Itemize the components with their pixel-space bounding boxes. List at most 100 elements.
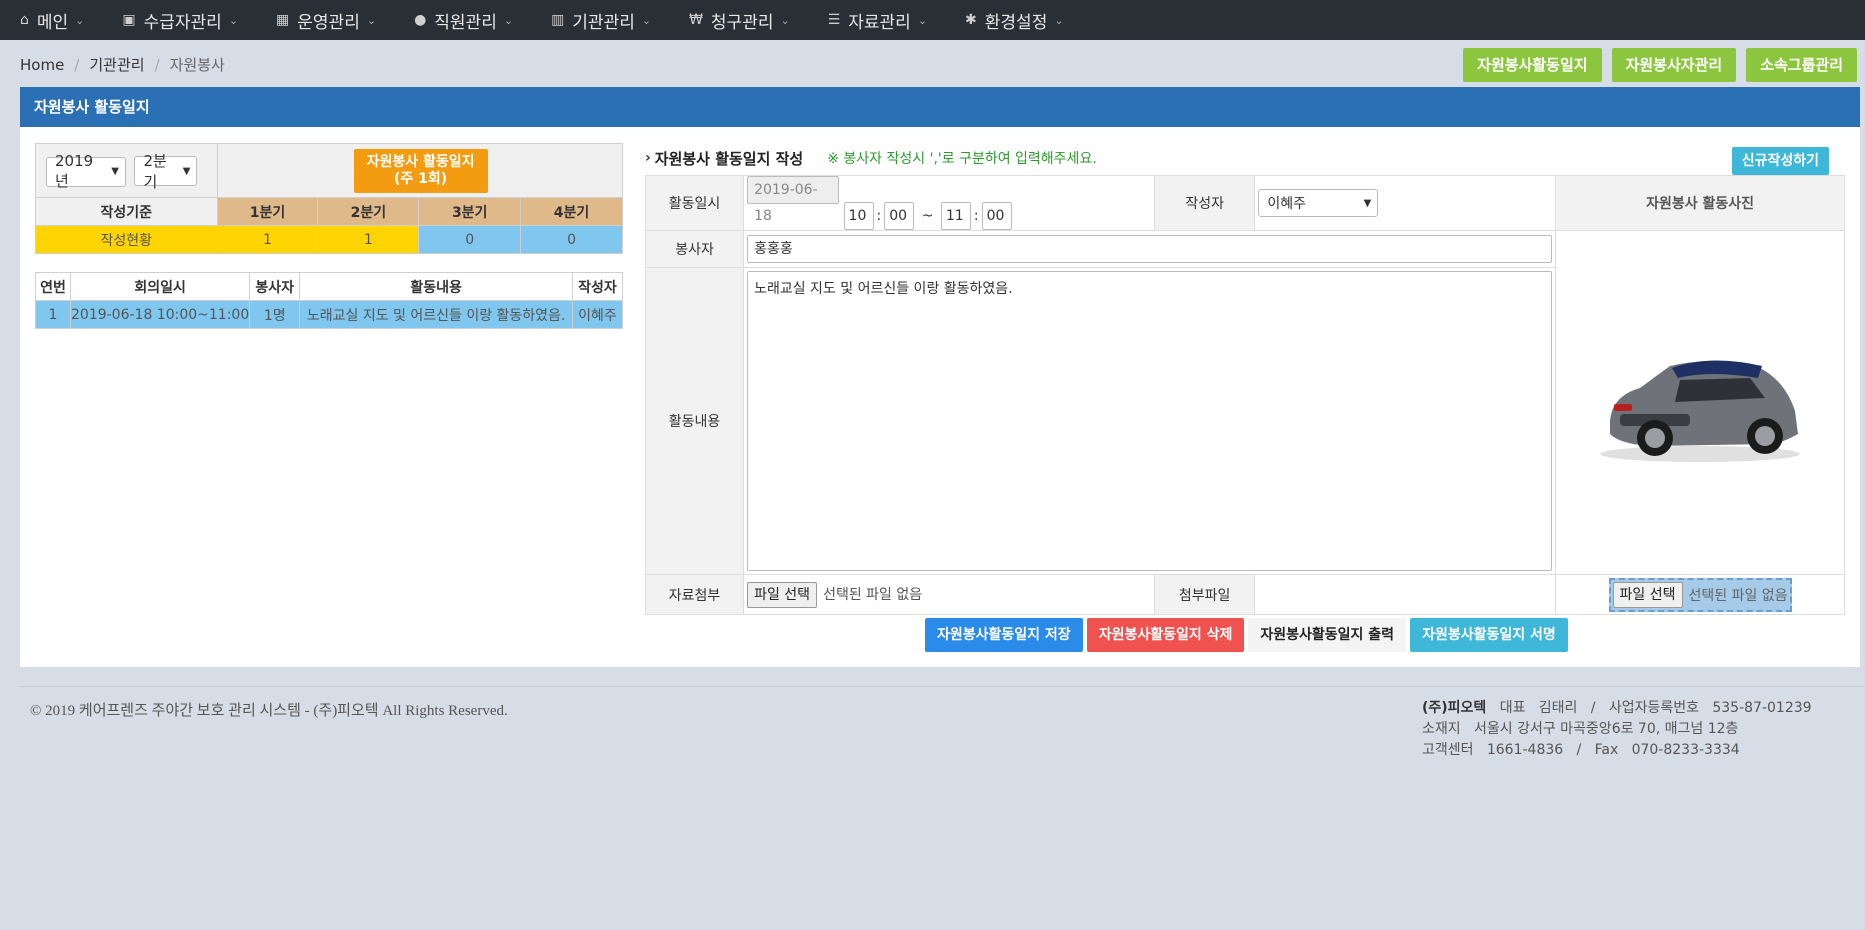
volunteer-log-button[interactable]: 자원봉사활동일지 <box>1463 48 1602 82</box>
orange-cell: 자원봉사 활동일지 (주 1회) <box>216 143 624 198</box>
breadcrumb-home[interactable]: Home <box>20 56 64 74</box>
col-header: 봉사자 <box>249 272 301 301</box>
nav-settings[interactable]: ✱ 환경설정 ⌄ <box>965 0 1064 40</box>
chevron-down-icon: ⌄ <box>503 13 514 27</box>
log-list-table: 연번 회의일시 봉사자 활동내용 작성자 1 2019-06-18 10:00~… <box>35 272 623 329</box>
row-writer: 이혜주 <box>572 300 623 329</box>
nav-institution[interactable]: ▥ 기관관리 ⌄ <box>551 0 651 40</box>
writer-cell: 이혜주 ▼ <box>1254 175 1557 231</box>
photo-file-cell: 파일 선택 선택된 파일 없음 <box>1555 574 1845 615</box>
main-panel: 자원봉사 활동일지 2019 년 ▼ 2분기 ▼ 자원봉사 활동일지 (주 1회) … <box>20 87 1860 667</box>
caret-down-icon: ▼ <box>182 165 191 177</box>
volunteer-input[interactable]: 홍홍홍 <box>747 235 1553 263</box>
end-hour-input[interactable]: 11 <box>940 202 971 230</box>
nav-recipients[interactable]: ▣ 수급자관리 ⌄ <box>122 0 238 40</box>
start-min-input[interactable]: 00 <box>884 202 915 230</box>
photo-file-input[interactable]: 파일 선택 선택된 파일 없음 <box>1608 577 1792 612</box>
photo-no-file-text: 선택된 파일 없음 <box>1688 587 1788 604</box>
writer-select[interactable]: 이혜주 ▼ <box>1258 189 1379 217</box>
caret-down-icon: ▼ <box>1363 197 1372 209</box>
save-button[interactable]: 자원봉사활동일지 저장 <box>925 618 1083 652</box>
nav-label: 기관관리 <box>572 12 635 33</box>
home-icon: ⌂ <box>20 12 29 28</box>
delete-button[interactable]: 자원봉사활동일지 삭제 <box>1086 618 1245 652</box>
basis-label: 작성기준 <box>35 197 218 226</box>
print-button[interactable]: 자원봉사활동일지 출력 <box>1248 618 1407 652</box>
table-row[interactable]: 1 2019-06-18 10:00~11:00 1명 노래교실 지도 및 어르… <box>35 300 623 329</box>
nav-operations[interactable]: ▦ 운영관리 ⌄ <box>276 0 376 40</box>
photo-file-select-button[interactable]: 파일 선택 <box>1612 581 1683 608</box>
volunteer-log-weekly-button[interactable]: 자원봉사 활동일지 (주 1회) <box>353 148 488 193</box>
end-min-input[interactable]: 00 <box>981 202 1012 230</box>
log-form-table: 활동일시 2019-06-18 10:00 ~ 11:00 작성자 이혜주 ▼ 자… <box>644 175 1845 615</box>
volunteer-label: 봉사자 <box>644 230 745 268</box>
volunteer-cell: 홍홍홍 <box>743 230 1557 268</box>
attach-cell: 파일 선택 선택된 파일 없음 <box>743 574 1156 615</box>
nav-label: 메인 <box>36 12 69 33</box>
list-icon: ☰ <box>827 12 841 28</box>
start-hour-input[interactable]: 10 <box>843 202 874 230</box>
quarter-count: 1 <box>216 225 319 254</box>
quarter-select[interactable]: 2분기 ▼ <box>134 152 198 191</box>
quarter-header: 3분기 <box>418 197 522 226</box>
group-manage-button[interactable]: 소속그룹관리 <box>1746 48 1857 82</box>
caret-down-icon: ▼ <box>111 166 119 178</box>
form-header: › 자원봉사 활동일지 작성 ※ 봉사자 작성시 ','로 구분하여 입력해주세… <box>645 143 1845 173</box>
chevron-down-icon: ⌄ <box>780 13 790 27</box>
attached-cell <box>1254 574 1557 615</box>
nav-data[interactable]: ☰ 자료관리 ⌄ <box>828 0 927 40</box>
form-note: ※ 봉사자 작성시 ','로 구분하여 입력해주세요. <box>827 151 1097 167</box>
date-input[interactable]: 2019-06-18 <box>747 176 840 224</box>
photo-cell <box>1555 230 1845 575</box>
sign-button[interactable]: 자원봉사활동일지 서명 <box>1410 618 1568 652</box>
quarter-count: 0 <box>520 225 623 254</box>
form-area: › 자원봉사 활동일지 작성 ※ 봉사자 작성시 ','로 구분하여 입력해주세… <box>644 143 1845 615</box>
id-card-icon: ▣ <box>122 12 136 28</box>
date-label: 활동일시 <box>644 175 745 231</box>
breadcrumb: Home / 기관관리 / 자원봉사 <box>20 54 225 75</box>
chevron-down-icon: ⌄ <box>366 13 377 27</box>
breadcrumb-institution[interactable]: 기관관리 <box>89 54 144 75</box>
content-textarea[interactable]: 노래교실 지도 및 어르신들 이랑 활동하였음. <box>747 271 1553 571</box>
year-select[interactable]: 2019 년 ▼ <box>46 152 126 190</box>
company-line1: 대표 김태리 / 사업자등록번호 535-87-01239 <box>1499 700 1812 716</box>
top-button-group: 자원봉사활동일지 자원봉사자관리 소속그룹관리 <box>1453 48 1857 82</box>
orange-line2: (주 1회) <box>394 170 448 187</box>
col-header: 작성자 <box>572 272 623 301</box>
nav-label: 청구관리 <box>710 12 774 33</box>
status-label: 작성현황 <box>35 225 218 254</box>
quarter-header: 4분기 <box>520 197 623 226</box>
file-select-button[interactable]: 파일 선택 <box>747 581 818 608</box>
nav-main[interactable]: ⌂ 메인 ⌄ <box>20 0 84 40</box>
writer-label: 작성자 <box>1154 175 1256 231</box>
nav-label: 수급자관리 <box>143 12 222 33</box>
car-photo <box>1600 359 1801 462</box>
form-title: 자원봉사 활동일지 작성 <box>654 149 804 168</box>
quarter-value: 2분기 <box>143 152 167 192</box>
time-colon: : <box>876 208 882 224</box>
nav-billing[interactable]: ₩ 청구관리 ⌄ <box>689 0 790 40</box>
no-file-text: 선택된 파일 없음 <box>823 586 923 603</box>
chevron-down-icon: ⌄ <box>75 13 85 27</box>
content-cell: 노래교실 지도 및 어르신들 이랑 활동하였음. <box>743 267 1557 575</box>
summary-area: 2019 년 ▼ 2분기 ▼ 자원봉사 활동일지 (주 1회) 작성기준 1분기 2… <box>35 143 624 329</box>
volunteer-manage-button[interactable]: 자원봉사자관리 <box>1611 48 1737 82</box>
new-entry-button[interactable]: 신규작성하기 <box>1731 147 1829 175</box>
row-datetime: 2019-06-18 10:00~11:00 <box>69 300 251 329</box>
col-header: 활동내용 <box>299 272 573 301</box>
nav-staff[interactable]: ● 직원관리 ⌄ <box>414 0 513 40</box>
quarter-count: 1 <box>317 225 420 254</box>
nav-label: 자료관리 <box>848 12 911 33</box>
summary-table: 2019 년 ▼ 2분기 ▼ 자원봉사 활동일지 (주 1회) 작성기준 1분기 2… <box>35 143 624 254</box>
chevron-down-icon: ⌄ <box>917 13 928 27</box>
breadcrumb-current: 자원봉사 <box>169 56 225 74</box>
time-tilde: ~ <box>921 208 934 224</box>
nav-label: 직원관리 <box>434 12 497 33</box>
writer-value: 이혜주 <box>1267 196 1306 212</box>
time-colon: : <box>973 208 979 224</box>
attached-label: 첨부파일 <box>1154 574 1256 615</box>
users-icon: ● <box>414 12 427 28</box>
photo-label: 자원봉사 활동사진 <box>1555 175 1845 231</box>
row-no: 1 <box>35 300 71 329</box>
row-content: 노래교실 지도 및 어르신들 이랑 활동하였음. <box>299 300 573 329</box>
